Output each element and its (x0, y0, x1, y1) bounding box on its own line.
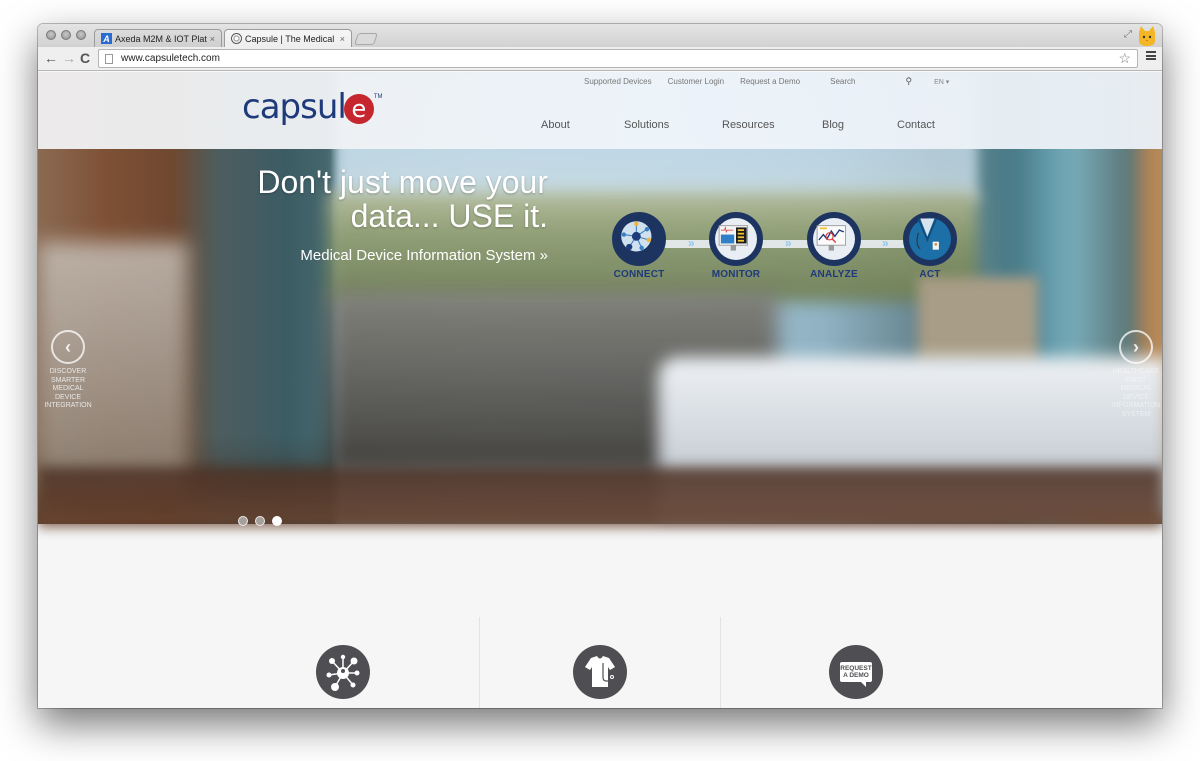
search-input[interactable] (830, 77, 891, 86)
carousel-dot-1[interactable] (238, 516, 248, 526)
utility-nav: Supported Devices Customer Login Request… (584, 76, 949, 87)
tab-title: Capsule | The Medical Dev (245, 33, 337, 44)
prev-slide-caption: DISCOVER SMARTER MEDICAL DEVICE INTEGRAT… (44, 368, 92, 410)
chevron-left-icon: ‹ (51, 330, 85, 364)
chevron-right-icon: › (1119, 330, 1153, 364)
request-demo-link[interactable]: Request a Demo (740, 77, 800, 86)
site-search: ⚲ (830, 76, 912, 87)
reload-button[interactable]: C (80, 50, 90, 66)
headline-line-1: Don't just move your (257, 164, 548, 200)
clinician-icon (903, 212, 957, 266)
language-select[interactable]: EN ▾ (934, 78, 949, 86)
logo-trademark: TM (373, 94, 383, 100)
close-tab-icon[interactable]: × (210, 34, 215, 44)
hero-headline: Don't just move your data... USE it. (257, 165, 548, 233)
page-viewport: Don't just move your data... USE it. Med… (38, 72, 1162, 708)
back-button[interactable]: ← (44, 50, 58, 66)
zoom-window-button[interactable] (76, 30, 86, 40)
chevron-right-icon: » (688, 236, 694, 250)
step-connect[interactable]: CONNECT (599, 212, 679, 280)
close-tab-icon[interactable]: × (340, 34, 345, 44)
url-text: www.capsuletech.com (121, 53, 220, 64)
step-label: MONITOR (711, 269, 761, 280)
mdis-link[interactable]: Medical Device Information System » (300, 247, 548, 264)
step-label: ACT (919, 269, 941, 280)
column-divider (479, 617, 480, 708)
step-label: ANALYZE (810, 269, 858, 280)
tab-title: Axeda M2M & IOT Platform (115, 33, 207, 44)
nav-resources[interactable]: Resources (722, 119, 775, 131)
step-act[interactable]: ACT (890, 212, 970, 280)
demo-text-line-1: REQUEST (840, 665, 872, 672)
bookmark-star-icon[interactable]: ☆ (1118, 50, 1131, 67)
minimize-window-button[interactable] (61, 30, 71, 40)
site-header: capsul e TM Supported Devices Customer L… (38, 72, 1162, 149)
carousel-dot-3[interactable] (272, 516, 282, 526)
request-demo-icon[interactable]: REQUEST A DEMO (829, 645, 883, 699)
scrubs-stethoscope-icon[interactable] (573, 645, 627, 699)
hero-bg-floor (38, 467, 1162, 527)
chevron-right-icon: » (882, 236, 888, 250)
chrome-menu-icon[interactable] (1146, 51, 1156, 60)
nav-solutions[interactable]: Solutions (624, 119, 669, 131)
step-analyze[interactable]: ANALYZE (794, 212, 874, 280)
supported-devices-link[interactable]: Supported Devices (584, 77, 652, 86)
browser-toolbar: ← → C www.capsuletech.com ☆ (38, 47, 1162, 71)
prev-slide-button[interactable]: ‹ DISCOVER SMARTER MEDICAL DEVICE INTEGR… (38, 330, 100, 411)
demo-text-line-2: A DEMO (843, 672, 869, 679)
network-hub-icon (612, 212, 666, 266)
logo-e-mark: e (343, 94, 374, 124)
tab-axeda[interactable]: A Axeda M2M & IOT Platform × (94, 29, 222, 47)
analytics-chart-icon (807, 212, 861, 266)
search-icon[interactable]: ⚲ (906, 76, 913, 87)
fullscreen-icon[interactable]: ⤢ (1124, 29, 1132, 40)
nav-blog[interactable]: Blog (822, 119, 844, 131)
column-divider (720, 617, 721, 708)
customer-login-link[interactable]: Customer Login (668, 77, 724, 86)
network-people-icon[interactable] (316, 645, 370, 699)
logo-wordmark: capsul (242, 86, 347, 127)
step-label: CONNECT (613, 269, 665, 280)
profile-cat-icon[interactable] (1136, 25, 1158, 47)
address-bar[interactable]: www.capsuletech.com ☆ (98, 49, 1138, 68)
carousel-pagination (238, 516, 282, 526)
vitals-monitor-icon (709, 212, 763, 266)
carousel-dot-2[interactable] (255, 516, 265, 526)
tab-capsule[interactable]: Capsule | The Medical Dev × (224, 29, 352, 47)
capsule-logo-icon (231, 33, 242, 44)
close-window-button[interactable] (46, 30, 56, 40)
window-controls (46, 30, 86, 40)
axeda-logo-icon: A (101, 33, 112, 44)
next-slide-caption: HEALTHCARE FIRST MEDICAL DEVICE INFORMAT… (1111, 368, 1161, 418)
headline-line-2: data... USE it. (350, 198, 548, 234)
features-row: REQUEST A DEMO (38, 617, 1162, 708)
browser-window: A Axeda M2M & IOT Platform × Capsule | T… (38, 24, 1162, 708)
demo-speech-bubble: REQUEST A DEMO (840, 662, 872, 687)
new-tab-button[interactable] (354, 33, 378, 45)
chevron-right-icon: » (785, 236, 791, 250)
step-monitor[interactable]: MONITOR (696, 212, 776, 280)
nav-contact[interactable]: Contact (897, 119, 935, 131)
workflow-steps: » » » CONNECT MONITOR ANALYZE ACT (610, 212, 960, 292)
forward-button[interactable]: → (62, 50, 76, 66)
next-slide-button[interactable]: › HEALTHCARE FIRST MEDICAL DEVICE INFORM… (1104, 330, 1162, 420)
tab-strip: A Axeda M2M & IOT Platform × Capsule | T… (38, 24, 1162, 47)
capsule-logo[interactable]: capsul e TM (242, 89, 383, 124)
page-icon (105, 53, 113, 64)
nav-about[interactable]: About (541, 119, 570, 131)
